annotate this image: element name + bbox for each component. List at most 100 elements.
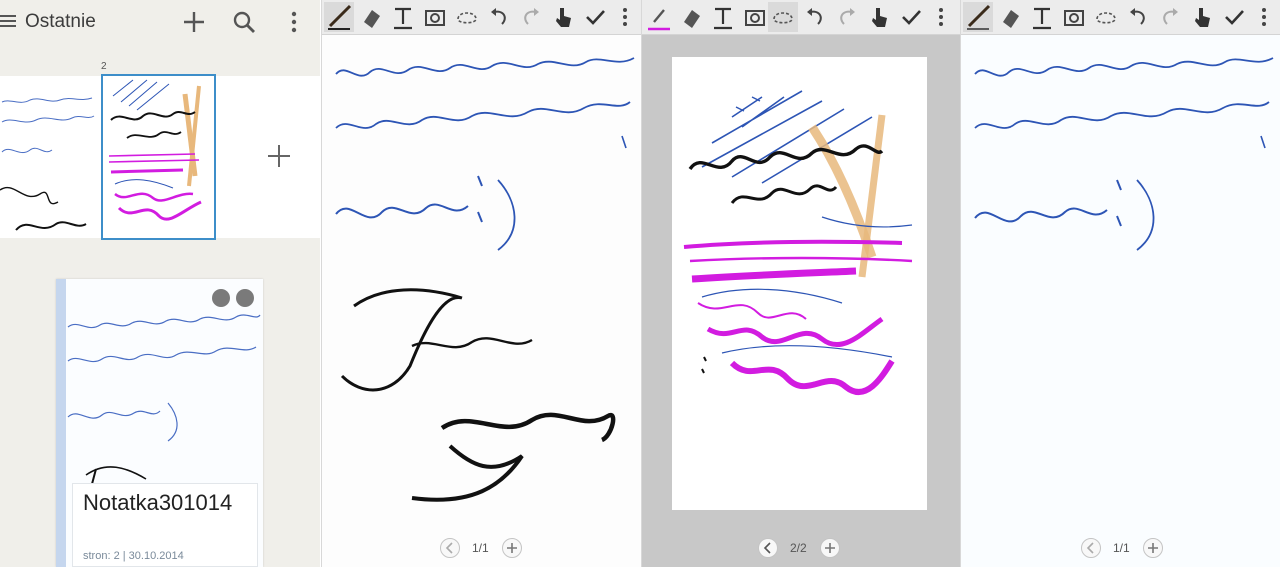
search-button[interactable] — [230, 8, 258, 36]
chevron-left-icon — [763, 542, 771, 554]
text-tool-button[interactable] — [708, 2, 738, 32]
done-button[interactable] — [580, 2, 610, 32]
undo-button[interactable] — [1123, 2, 1153, 32]
text-tool-button[interactable] — [388, 2, 418, 32]
lasso-tool-button[interactable] — [1091, 2, 1121, 32]
drawing-canvas[interactable] — [322, 36, 641, 536]
lasso-tool-button[interactable] — [452, 2, 482, 32]
eraser-icon — [1003, 10, 1019, 28]
undo-icon — [1130, 8, 1145, 25]
note-editor-3: 1/1 — [960, 0, 1280, 567]
pen-icon — [328, 4, 352, 30]
more-options-button[interactable] — [280, 8, 308, 36]
page-indicator: 2/2 — [790, 541, 807, 555]
check-icon — [586, 10, 605, 25]
lasso-icon — [1096, 12, 1116, 24]
chevron-left-icon — [1086, 542, 1094, 554]
undo-button[interactable] — [800, 2, 830, 32]
eraser-tool-button[interactable] — [356, 2, 386, 32]
lasso-icon — [773, 12, 793, 24]
drawing-canvas[interactable] — [961, 36, 1280, 536]
previous-page-button[interactable] — [758, 538, 778, 558]
plus-icon — [268, 145, 290, 167]
chevron-left-icon — [445, 542, 453, 554]
image-insert-button[interactable] — [420, 2, 450, 32]
editor-toolbar — [322, 0, 641, 35]
add-page-button[interactable] — [266, 143, 292, 169]
thumbnail-page-number: 2 — [101, 61, 107, 72]
image-insert-button[interactable] — [1059, 2, 1089, 32]
previous-page-button[interactable] — [440, 538, 460, 558]
library-title: Ostatnie — [25, 11, 96, 32]
notes-library-panel: Ostatnie 2 Notatka301014 stron: 2 | 30.1… — [0, 0, 320, 567]
pen-tool-button[interactable] — [324, 2, 354, 32]
page-navigator: 2/2 — [758, 538, 842, 560]
eraser-tool-button[interactable] — [995, 2, 1025, 32]
add-page-button[interactable] — [1143, 538, 1163, 558]
pen-tool-button[interactable] — [963, 2, 993, 32]
note-meta: stron: 2 | 30.10.2014 — [83, 550, 184, 562]
redo-button[interactable] — [516, 2, 546, 32]
more-options-button[interactable] — [1249, 2, 1279, 32]
done-button[interactable] — [896, 2, 926, 32]
text-icon — [394, 7, 412, 30]
eraser-icon — [684, 10, 700, 28]
eraser-tool-button[interactable] — [676, 2, 706, 32]
drawing-canvas[interactable] — [672, 57, 927, 510]
handwriting-preview — [0, 97, 95, 231]
image-insert-button[interactable] — [740, 2, 770, 32]
camera-icon — [425, 10, 445, 26]
redo-button[interactable] — [1155, 2, 1185, 32]
page-navigator: 1/1 — [1081, 538, 1165, 560]
select-mode-button[interactable] — [548, 2, 578, 32]
menu-icon[interactable] — [0, 12, 18, 32]
text-tool-button[interactable] — [1027, 2, 1057, 32]
handwriting-preview — [108, 79, 202, 221]
more-vert-icon — [1262, 8, 1266, 26]
hand-pointer-icon — [1195, 8, 1210, 27]
add-page-button[interactable] — [820, 538, 840, 558]
undo-icon — [491, 8, 506, 25]
previous-page-button[interactable] — [1081, 538, 1101, 558]
note-title: Notatka301014 — [83, 490, 233, 515]
more-options-button[interactable] — [926, 2, 956, 32]
note-card-details: Notatka301014 stron: 2 | 30.10.2014 — [72, 483, 258, 567]
page-thumbnail-1[interactable] — [0, 80, 98, 238]
check-icon — [902, 10, 921, 25]
editor-toolbar — [961, 0, 1280, 35]
plus-icon — [507, 543, 517, 553]
pen-icon — [648, 9, 670, 31]
add-page-button[interactable] — [502, 538, 522, 558]
redo-button[interactable] — [832, 2, 862, 32]
select-mode-button[interactable] — [864, 2, 894, 32]
text-icon — [1033, 7, 1051, 30]
more-vert-icon — [939, 8, 943, 26]
add-note-button[interactable] — [180, 8, 208, 36]
more-vert-icon — [291, 11, 297, 33]
camera-icon — [1064, 10, 1084, 26]
page-thumbnail-2[interactable] — [101, 74, 216, 240]
page-navigator: 1/1 — [440, 538, 524, 560]
note-page[interactable] — [672, 57, 927, 510]
eraser-icon — [364, 10, 380, 28]
pen-tool-button[interactable] — [644, 2, 674, 32]
lasso-icon — [457, 12, 477, 24]
done-button[interactable] — [1219, 2, 1249, 32]
search-icon — [233, 11, 255, 33]
page-indicator: 1/1 — [472, 541, 489, 555]
plus-icon — [184, 12, 204, 32]
more-options-button[interactable] — [610, 2, 640, 32]
more-vert-icon — [623, 8, 627, 26]
hand-pointer-icon — [556, 8, 571, 27]
redo-icon — [524, 8, 539, 25]
library-header: Ostatnie — [0, 0, 320, 44]
pen-icon — [967, 4, 991, 30]
lasso-tool-button[interactable] — [768, 2, 798, 32]
select-mode-button[interactable] — [1187, 2, 1217, 32]
undo-button[interactable] — [484, 2, 514, 32]
plus-icon — [825, 543, 835, 553]
plus-icon — [1148, 543, 1158, 553]
redo-icon — [1163, 8, 1178, 25]
editor-toolbar — [642, 0, 960, 35]
text-icon — [714, 7, 732, 30]
